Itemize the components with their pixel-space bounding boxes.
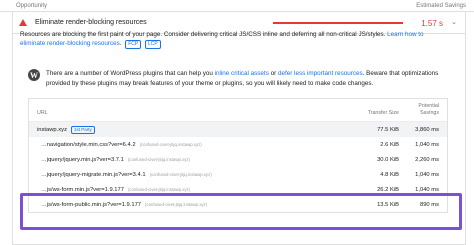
wp-text-1: There are a number of WordPress plugins … [46, 70, 213, 77]
row-transfer-size: 2.6 KiB [380, 141, 399, 148]
audit-title: Eliminate render-blocking resources [35, 19, 147, 26]
lcp-badge: LCP [145, 40, 161, 49]
row-savings: 1,040 ms [415, 186, 439, 193]
row-transfer-size: 30.0 KiB [377, 156, 399, 163]
description-text: Resources are blocking the first paint o… [20, 31, 386, 38]
table-header: URL Transfer Size Potential Savings [29, 99, 447, 122]
row-transfer-size: 13.5 KiB [377, 201, 399, 208]
inline-critical-assets-link[interactable]: inline critical assets [215, 70, 269, 77]
table-row[interactable]: …navigation/style.min.css?ver=6.4.2 (conf… [29, 137, 447, 152]
wordpress-tip-text: There are a number of WordPress plugins … [46, 69, 446, 88]
wordpress-icon: W [28, 69, 40, 81]
row-host: (confused-civet-j5jq.instawp.xyz) [145, 201, 208, 207]
row-host: (confused-civet-j5jq.instawp.xyz) [139, 141, 202, 147]
potential-savings-column-header: Potential Savings [418, 103, 439, 116]
table-row[interactable]: …js/ws-form.min.js?ver=1.9.177 (confused-… [29, 182, 447, 197]
row-url[interactable]: …jquery/jquery-migrate.min.js?ver=3.4.1 [41, 172, 146, 178]
savings-value: 1.57 s [421, 19, 443, 28]
row-savings: 2,260 ms [415, 156, 439, 163]
first-party-badge: 1st Party [70, 125, 95, 134]
row-savings: 3,860 ms [415, 126, 439, 133]
row-host: (confused-civet-j5jq.instawp.xyz) [127, 186, 191, 192]
defer-resources-link[interactable]: defer less important resources [278, 70, 363, 77]
table-row[interactable]: …jquery/jquery.min.js?ver=3.7.1 (confused… [29, 152, 447, 167]
estimated-savings-label: Estimated Savings [416, 2, 466, 9]
opportunity-header: Opportunity Estimated Savings [0, 0, 474, 12]
row-transfer-size: 4.8 KiB [380, 171, 399, 178]
table-row[interactable]: instawp.xyz 1st Party 77.5 KiB 3,860 ms [29, 122, 447, 137]
row-transfer-size: 26.2 KiB [377, 186, 399, 193]
row-savings: 890 ms [419, 201, 439, 208]
opportunity-label: Opportunity [16, 2, 48, 9]
table-row[interactable]: …jquery/jquery-migrate.min.js?ver=3.4.1(… [29, 167, 447, 182]
fcp-badge: FCP [125, 40, 142, 49]
chevron-up-icon[interactable]: ⌄ [451, 18, 457, 26]
row-url[interactable]: …navigation/style.min.css?ver=6.4.2 [41, 142, 136, 148]
savings-bar [273, 22, 403, 24]
audit-description: Resources are blocking the first paint o… [20, 31, 424, 49]
url-column-header: URL [37, 110, 48, 116]
row-url[interactable]: …jquery/jquery.min.js?ver=3.7.1 [41, 157, 124, 163]
warning-triangle-icon [19, 19, 27, 26]
row-host: (confused-civet-j5jq.instawp.xyz) [149, 171, 212, 177]
transfer-size-column-header: Transfer Size [367, 110, 399, 116]
row-url[interactable]: …js/ws-form.min.js?ver=1.9.177 [41, 187, 124, 193]
wp-text-2: or [270, 70, 277, 77]
row-savings: 1,040 ms [415, 141, 439, 148]
wordpress-tip: W There are a number of WordPress plugin… [28, 69, 448, 93]
resources-table: URL Transfer Size Potential Savings inst… [28, 98, 448, 213]
row-transfer-size: 77.5 KiB [377, 126, 399, 133]
row-url[interactable]: …js/ws-form-public.min.js?ver=1.9.177 [41, 202, 141, 208]
row-host: (confused-civet-j5jq.instawp.xyz) [127, 156, 190, 162]
row-url: instawp.xyz [37, 126, 67, 133]
row-savings: 1,040 ms [415, 171, 439, 178]
table-row[interactable]: …js/ws-form-public.min.js?ver=1.9.177 (co… [29, 197, 447, 212]
